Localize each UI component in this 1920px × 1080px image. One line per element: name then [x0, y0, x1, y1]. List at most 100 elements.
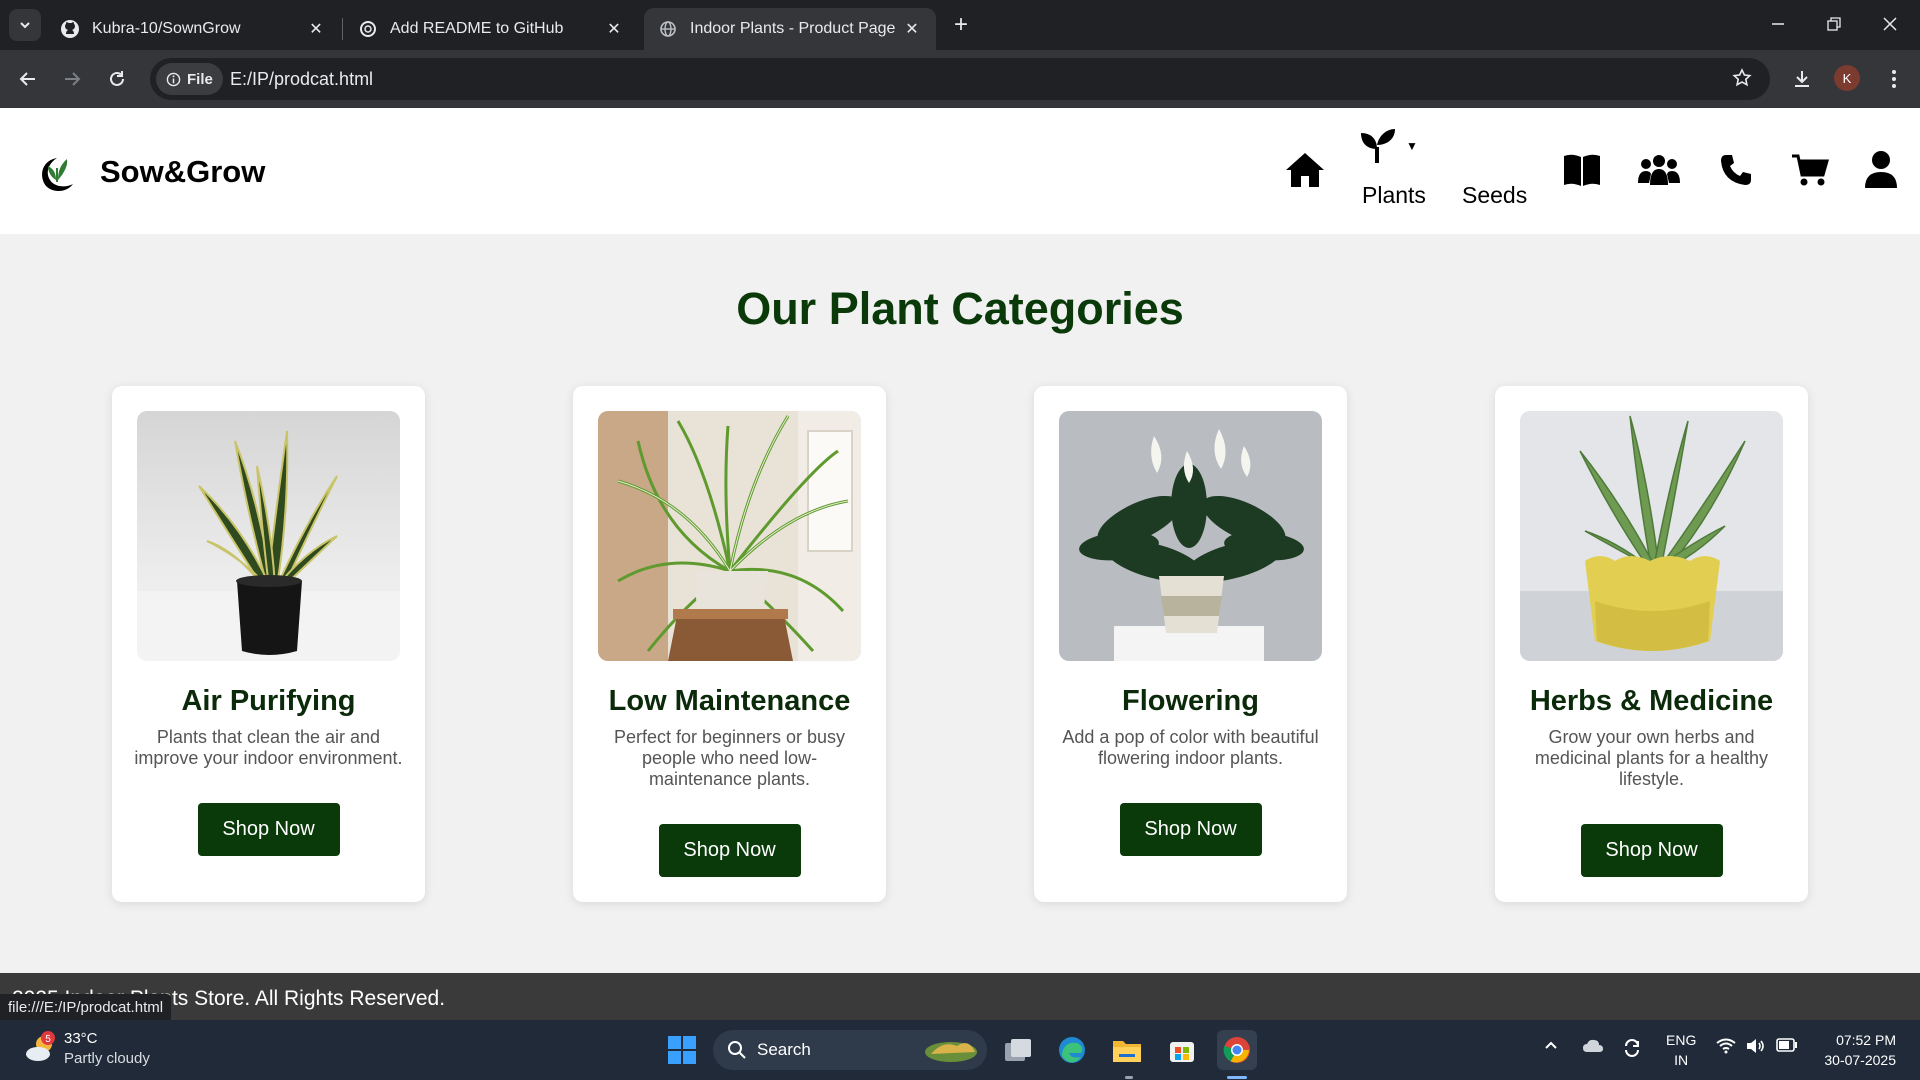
minimize-button[interactable]: [1750, 0, 1806, 48]
download-icon: [1795, 71, 1809, 87]
profile-avatar[interactable]: K: [1834, 65, 1860, 91]
back-button[interactable]: [12, 63, 44, 95]
phone-icon: [1721, 155, 1751, 185]
category-card-air-purifying: Air Purifying Plants that clean the air …: [112, 386, 425, 902]
clock-date: 30-07-2025: [1824, 1052, 1896, 1068]
file-chip-label: File: [187, 70, 213, 88]
seedling-icon: [1361, 129, 1395, 163]
reload-icon: [110, 71, 124, 86]
chevron-down-icon: [20, 22, 30, 29]
close-icon[interactable]: ✕: [902, 19, 922, 39]
book-open-icon: [1564, 154, 1600, 186]
category-name: Herbs & Medicine: [1529, 685, 1774, 717]
category-name: Air Purifying: [181, 685, 356, 717]
more-vert-icon: [1892, 70, 1896, 88]
wifi-tray-icon[interactable]: [1716, 1038, 1736, 1057]
weather-description[interactable]: Partly cloudy: [64, 1050, 150, 1067]
lang-code: ENG: [1666, 1032, 1697, 1048]
sprout-logo-icon[interactable]: [36, 150, 78, 194]
volume-tray-icon[interactable]: [1746, 1038, 1766, 1057]
edge-button[interactable]: [1052, 1030, 1092, 1070]
shop-now-button[interactable]: Shop Now: [658, 824, 801, 877]
tab-title: Add README to GitHub: [390, 20, 564, 37]
category-description: Add a pop of color with beautiful flower…: [1062, 727, 1319, 768]
info-icon: [166, 72, 181, 86]
open-app-indicator: [1125, 1076, 1133, 1079]
site-info-chip[interactable]: File: [156, 63, 223, 95]
onedrive-tray-icon[interactable]: [1582, 1038, 1604, 1057]
sync-tray-icon[interactable]: [1622, 1038, 1642, 1061]
site-footer: 2025 Indoor Plants Store. All Rights Res…: [0, 973, 1920, 1021]
partly-cloudy-icon[interactable]: 5: [24, 1030, 60, 1066]
chrome-button[interactable]: [1217, 1030, 1257, 1070]
start-button[interactable]: [662, 1030, 702, 1070]
url-text[interactable]: E:/IP/prodcat.html: [230, 69, 373, 90]
caret-down-icon[interactable]: ▼: [1404, 138, 1420, 154]
browser-menu-button[interactable]: [1878, 63, 1910, 95]
close-window-button[interactable]: [1862, 0, 1918, 48]
show-hidden-icons-button[interactable]: [1544, 1038, 1558, 1055]
reload-button[interactable]: [101, 63, 133, 95]
battery-tray-icon[interactable]: [1776, 1038, 1798, 1055]
aloe-vera-image: [1520, 411, 1783, 661]
chrome-icon: [1223, 1037, 1250, 1063]
restore-button[interactable]: [1806, 0, 1862, 48]
bookmark-star-icon[interactable]: [1732, 68, 1752, 93]
store-icon: [1170, 1042, 1194, 1062]
language-indicator[interactable]: ENG IN: [1666, 1030, 1696, 1070]
active-app-indicator: [1227, 1076, 1247, 1079]
folder-icon: [1113, 1041, 1141, 1062]
shop-now-button[interactable]: Shop Now: [1119, 803, 1262, 856]
edge-icon: [1059, 1037, 1085, 1063]
site-header: Sow&Grow ▼ Plants Seeds: [0, 108, 1920, 234]
nav-contact[interactable]: [1716, 152, 1756, 188]
task-view-icon: [1005, 1039, 1031, 1061]
users-icon: [1638, 155, 1680, 185]
task-view-button[interactable]: [998, 1030, 1038, 1070]
nav-plants-label[interactable]: Plants: [1362, 182, 1426, 209]
home-icon: [1286, 153, 1324, 187]
brand-name[interactable]: Sow&Grow: [100, 154, 265, 190]
shop-now-button[interactable]: Shop Now: [1580, 824, 1723, 877]
restore-icon: [1827, 17, 1841, 31]
nav-cart[interactable]: [1790, 152, 1830, 188]
category-description: Grow your own herbs and medicinal plants…: [1534, 727, 1769, 789]
tab-add-readme[interactable]: Add README to GitHub ✕: [344, 8, 638, 50]
tab-title: Kubra-10/SownGrow: [92, 20, 241, 37]
file-explorer-button[interactable]: [1107, 1030, 1147, 1070]
address-toolbar: File E:/IP/prodcat.html K: [0, 50, 1920, 108]
downloads-button[interactable]: [1786, 63, 1818, 95]
nav-plants-icon[interactable]: [1358, 126, 1398, 166]
cloud-icon: [1583, 1039, 1603, 1052]
tab-search-button[interactable]: [9, 9, 41, 41]
close-icon[interactable]: ✕: [604, 19, 624, 39]
tab-sowngrow[interactable]: Kubra-10/SownGrow ✕: [46, 8, 340, 50]
category-card-flowering: Flowering Add a pop of color with beauti…: [1034, 386, 1347, 902]
forward-button[interactable]: [56, 63, 88, 95]
nav-community[interactable]: [1636, 152, 1682, 188]
category-card-low-maintenance: Low Maintenance Perfect for beginners or…: [573, 386, 886, 902]
taskbar-clock[interactable]: 07:52 PM 30-07-2025: [1824, 1030, 1896, 1070]
browser-tab-strip: Kubra-10/SownGrow ✕ Add README to GitHub…: [0, 0, 1920, 50]
category-name: Flowering: [1122, 685, 1259, 717]
nav-seeds-label[interactable]: Seeds: [1462, 182, 1527, 209]
arrow-right-icon: [65, 72, 81, 86]
nav-account[interactable]: [1862, 150, 1900, 188]
store-button[interactable]: [1162, 1030, 1202, 1070]
nav-guides[interactable]: [1562, 152, 1602, 188]
shop-now-button[interactable]: Shop Now: [197, 803, 340, 856]
taskbar-search[interactable]: Search: [713, 1030, 987, 1070]
new-tab-button[interactable]: +: [946, 10, 976, 40]
omnibox[interactable]: File E:/IP/prodcat.html: [150, 58, 1770, 100]
globe-icon: [658, 19, 678, 39]
page-title: Our Plant Categories: [736, 283, 1184, 334]
tab-indoor-plants[interactable]: Indoor Plants - Product Page ✕: [644, 8, 936, 50]
windows-taskbar: 5 33°C Partly cloudy Search ENG IN 07:52…: [0, 1020, 1920, 1080]
tab-divider: [342, 18, 343, 40]
category-card-herbs-medicine: Herbs & Medicine Grow your own herbs and…: [1495, 386, 1808, 902]
snake-plant-image: [137, 411, 400, 661]
lang-region: IN: [1674, 1052, 1689, 1068]
nav-home[interactable]: [1284, 150, 1326, 190]
close-icon[interactable]: ✕: [306, 19, 326, 39]
weather-temp[interactable]: 33°C: [64, 1030, 98, 1047]
